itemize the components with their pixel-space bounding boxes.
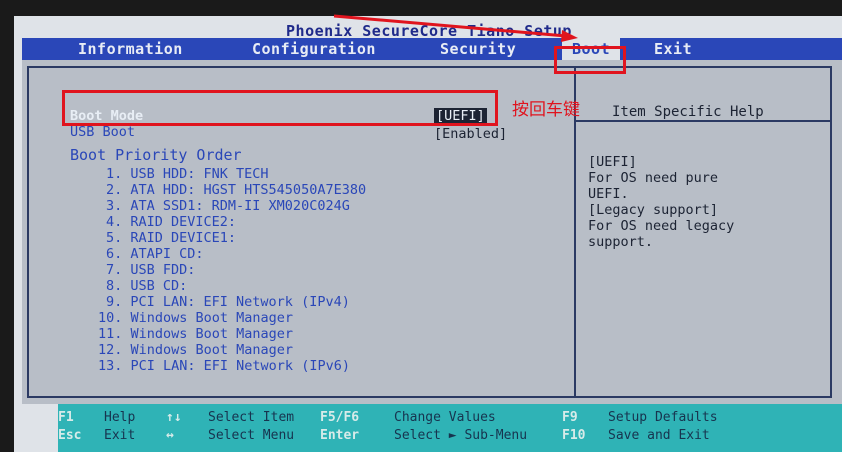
red-arrow-overlay — [333, 14, 578, 42]
red-arrow-line — [333, 14, 567, 38]
red-arrow-head — [561, 30, 578, 42]
press-enter-annotation: 按回车键 — [512, 100, 580, 120]
